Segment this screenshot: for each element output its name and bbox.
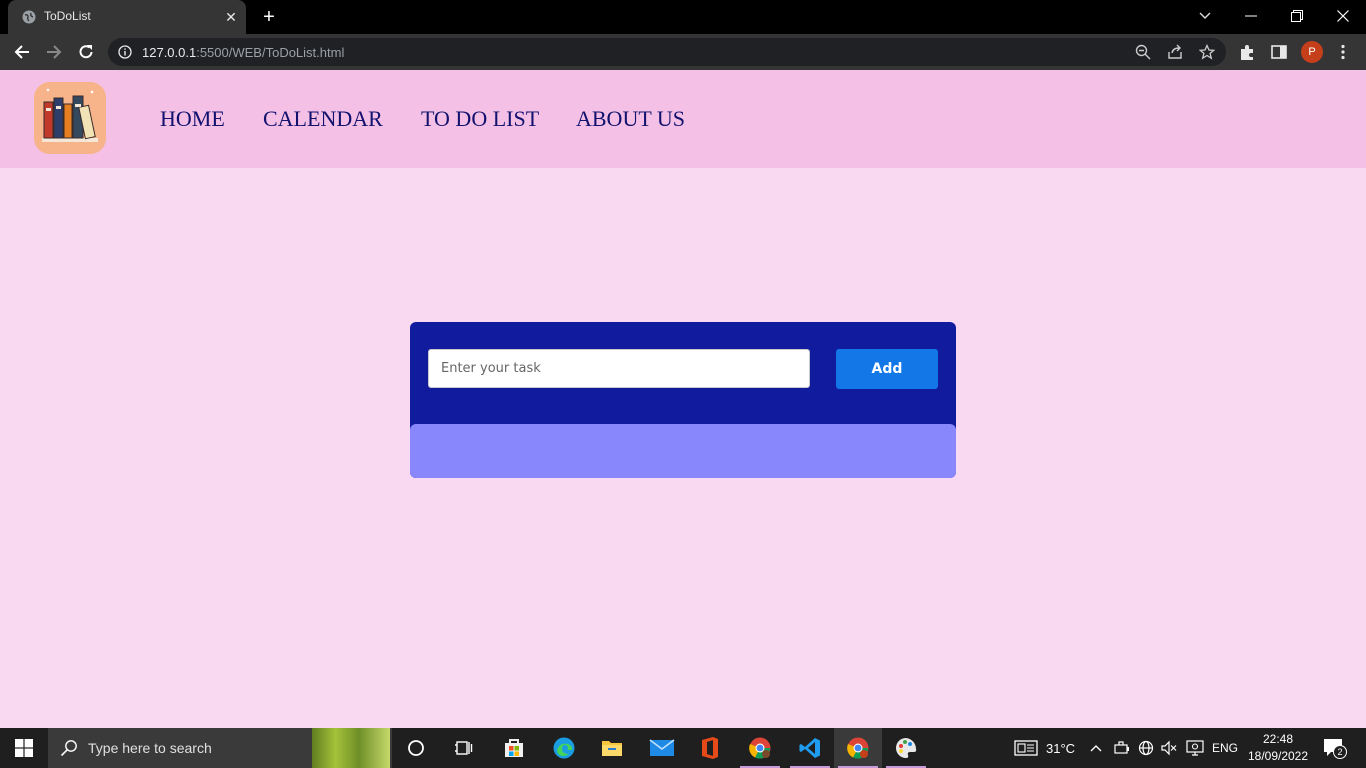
- extensions-icon[interactable]: [1238, 43, 1256, 61]
- temperature-text: 31°C: [1046, 740, 1076, 756]
- language-text: ENG: [1212, 741, 1239, 755]
- info-icon[interactable]: [118, 45, 132, 59]
- news-weather-icon: [1014, 740, 1038, 756]
- display-icon: [1186, 740, 1204, 756]
- reload-button[interactable]: [74, 40, 98, 64]
- taskbar-app-file-explorer[interactable]: [588, 728, 636, 768]
- office-icon: [702, 737, 718, 759]
- arrow-left-icon: [14, 45, 29, 59]
- taskbar-clock[interactable]: 22:48 18/09/2022: [1242, 731, 1314, 765]
- task-view-button[interactable]: [440, 728, 488, 768]
- taskbar-search[interactable]: Type here to search: [48, 728, 392, 768]
- books-logo-icon: [34, 82, 106, 154]
- cortana-button[interactable]: [392, 728, 440, 768]
- nav-link-calendar[interactable]: CALENDAR: [263, 106, 383, 132]
- chrome-icon: [847, 737, 869, 759]
- start-button[interactable]: [0, 728, 48, 768]
- microsoft-store-icon: [505, 739, 523, 757]
- url-text: 127.0.0.1:5500/WEB/ToDoList.html: [142, 45, 345, 60]
- windows-taskbar: Type here to search 31°C ENG 22:48 18/09…: [0, 728, 1366, 768]
- nav-link-about-us[interactable]: ABOUT US: [576, 106, 685, 132]
- profile-avatar[interactable]: P: [1301, 41, 1323, 63]
- task-view-icon: [455, 741, 473, 755]
- minimize-icon: [1245, 15, 1257, 17]
- side-panel-icon[interactable]: [1270, 43, 1288, 61]
- battery-icon: [1114, 741, 1129, 754]
- browser-tab[interactable]: ToDoList ✕: [8, 0, 246, 34]
- close-icon: [1337, 10, 1349, 22]
- chrome-icon: [749, 737, 771, 759]
- folder-icon: [602, 741, 622, 756]
- nav-link-home[interactable]: HOME: [160, 106, 225, 132]
- back-button[interactable]: [10, 40, 34, 64]
- restore-button[interactable]: [1274, 0, 1320, 32]
- tab-title: ToDoList: [44, 9, 91, 23]
- site-navbar: HOME CALENDAR TO DO LIST ABOUT US: [0, 70, 1366, 168]
- tab-close-icon[interactable]: ✕: [222, 8, 240, 26]
- globe-network-icon: [1138, 740, 1154, 756]
- network-tray-button[interactable]: [1138, 728, 1154, 768]
- share-icon[interactable]: [1167, 44, 1183, 60]
- mail-icon: [649, 739, 675, 756]
- paint-palette-icon: [896, 738, 917, 758]
- taskbar-app-chrome-2[interactable]: [834, 728, 882, 768]
- clock-date: 18/09/2022: [1247, 749, 1309, 763]
- task-input[interactable]: [428, 349, 810, 388]
- browser-tab-strip: ToDoList ✕ +: [0, 0, 1366, 34]
- address-bar[interactable]: 127.0.0.1:5500/WEB/ToDoList.html: [108, 38, 1226, 66]
- taskbar-app-vscode[interactable]: [786, 728, 834, 768]
- search-highlight-image: [312, 728, 390, 768]
- globe-icon: [22, 10, 36, 24]
- notification-count-badge: 2: [1333, 745, 1347, 759]
- page-viewport: HOME CALENDAR TO DO LIST ABOUT US Add: [0, 70, 1366, 728]
- site-logo[interactable]: [34, 82, 106, 154]
- cortana-icon: [408, 740, 424, 756]
- tab-search-button[interactable]: [1182, 0, 1228, 32]
- add-button[interactable]: Add: [836, 349, 938, 389]
- restore-icon: [1291, 10, 1303, 22]
- search-placeholder: Type here to search: [88, 740, 212, 756]
- taskbar-app-mail[interactable]: [638, 728, 686, 768]
- battery-tray-button[interactable]: [1114, 728, 1130, 768]
- nav-link-todo-list[interactable]: TO DO LIST: [421, 106, 539, 132]
- show-hidden-icons-button[interactable]: [1090, 728, 1102, 768]
- clock-time: 22:48: [1262, 732, 1294, 746]
- search-icon: [60, 740, 77, 757]
- edge-icon: [553, 737, 575, 759]
- close-window-button[interactable]: [1320, 0, 1366, 32]
- volume-muted-icon: [1161, 740, 1177, 756]
- task-list: [410, 424, 956, 478]
- taskbar-app-paint[interactable]: [882, 728, 930, 768]
- new-tab-button[interactable]: +: [258, 6, 280, 28]
- language-indicator[interactable]: ENG: [1212, 728, 1238, 768]
- notification-center-button[interactable]: 2: [1322, 736, 1348, 760]
- zoom-out-icon[interactable]: [1135, 44, 1151, 60]
- chevron-down-icon: [1199, 12, 1211, 19]
- volume-tray-button[interactable]: [1161, 728, 1177, 768]
- display-tray-button[interactable]: [1186, 728, 1204, 768]
- chevron-up-icon: [1090, 745, 1102, 752]
- star-icon[interactable]: [1199, 44, 1215, 60]
- browser-toolbar: 127.0.0.1:5500/WEB/ToDoList.html P: [0, 34, 1366, 70]
- taskbar-app-edge[interactable]: [540, 728, 588, 768]
- taskbar-app-store[interactable]: [490, 728, 538, 768]
- todo-card: Add: [410, 322, 956, 478]
- minimize-button[interactable]: [1228, 0, 1274, 32]
- taskbar-app-chrome-1[interactable]: [736, 728, 784, 768]
- weather-widget[interactable]: 31°C: [1014, 728, 1075, 768]
- windows-logo-icon: [15, 739, 33, 757]
- reload-icon: [79, 45, 93, 59]
- vscode-icon: [799, 738, 820, 758]
- forward-button[interactable]: [42, 40, 66, 64]
- arrow-right-icon: [47, 45, 62, 59]
- taskbar-app-office[interactable]: [686, 728, 734, 768]
- kebab-menu-icon[interactable]: [1334, 43, 1352, 61]
